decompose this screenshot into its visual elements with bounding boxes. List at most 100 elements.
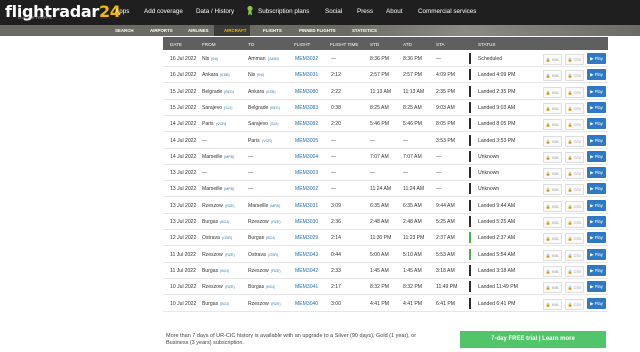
col-status[interactable]: STATUS <box>478 42 495 47</box>
table-row[interactable] <box>163 132 608 149</box>
cell-flight[interactable]: MEM3002 <box>295 186 318 192</box>
cell-flight[interactable]: MEM3032 <box>295 56 318 62</box>
nav-apps[interactable]: Apps <box>115 8 129 15</box>
kml-download-button[interactable]: 🔒 KML <box>543 265 562 277</box>
kml-download-button[interactable]: 🔒 KML <box>543 298 562 310</box>
csv-label: CSV <box>573 221 582 225</box>
kml-download-button[interactable]: 🔒 KML <box>543 102 562 114</box>
kml-download-button[interactable]: 🔒 KML <box>543 200 562 212</box>
play-button[interactable]: ▶ Play <box>587 150 606 162</box>
play-button[interactable]: ▶ Play <box>587 297 606 309</box>
cell-flight[interactable]: MEM3083 <box>295 105 318 111</box>
kml-download-button[interactable]: 🔒 KML <box>543 86 562 98</box>
kml-download-button[interactable]: 🔒 KML <box>543 168 562 180</box>
cell-flight[interactable]: MEM3082 <box>295 121 318 127</box>
cell-flight[interactable]: MEM3080 <box>295 89 318 95</box>
table-row[interactable] <box>163 165 608 182</box>
play-button[interactable]: ▶ Play <box>587 264 606 276</box>
kml-download-button[interactable]: 🔒 KML <box>543 233 562 245</box>
nav-about[interactable]: About <box>386 8 402 15</box>
subnav-search[interactable]: SEARCH <box>115 28 134 33</box>
kml-download-button[interactable]: 🔒 KML <box>543 119 562 131</box>
subnav-pinned-flights[interactable]: PINNED FLIGHTS <box>299 28 336 33</box>
play-label: Play <box>594 121 603 127</box>
col-from[interactable]: FROM <box>202 42 216 47</box>
kml-download-button[interactable]: 🔒 KML <box>543 54 562 65</box>
kml-download-button[interactable]: 🔒 KML <box>543 70 562 82</box>
csv-download-button[interactable]: 🔒 CSV <box>565 184 584 196</box>
csv-download-button[interactable]: 🔒 CSV <box>565 298 584 310</box>
csv-download-button[interactable]: 🔒 CSV <box>565 54 584 65</box>
col-date[interactable]: DATE <box>170 42 182 47</box>
free-trial-button[interactable]: 7-day FREE trial | Learn more <box>460 331 606 348</box>
cell-flight[interactable]: MEM3042 <box>295 268 318 274</box>
play-button[interactable]: ▶ Play <box>587 183 606 195</box>
cell-flight-time: 2:17 <box>331 284 341 291</box>
cell-flight[interactable]: MEM3003 <box>295 170 318 176</box>
play-button[interactable]: ▶ Play <box>587 53 606 64</box>
subnav-airports[interactable]: AIRPORTS <box>150 28 173 33</box>
csv-download-button[interactable]: 🔒 CSV <box>565 265 584 277</box>
csv-download-button[interactable]: 🔒 CSV <box>565 249 584 261</box>
top-nav: flightradar24 LIVE AIR TRAFFIC Apps Add … <box>0 0 640 25</box>
kml-download-button[interactable]: 🔒 KML <box>543 184 562 196</box>
play-button[interactable]: ▶ Play <box>587 216 606 227</box>
csv-download-button[interactable]: 🔒 CSV <box>565 233 584 245</box>
play-button[interactable]: ▶ Play <box>587 118 606 130</box>
nav-commercial-services[interactable]: Commercial services <box>418 8 476 15</box>
cell-flight[interactable]: MEM3005 <box>295 138 318 144</box>
csv-download-button[interactable]: 🔒 CSV <box>565 119 584 131</box>
cell-flight[interactable]: MEM3004 <box>295 154 318 160</box>
cell-flight[interactable]: MEM3041 <box>295 284 318 290</box>
play-button[interactable]: ▶ Play <box>587 69 606 81</box>
cell-flight[interactable]: MEM3031 <box>295 203 318 209</box>
kml-download-button[interactable]: 🔒 KML <box>543 151 562 163</box>
kml-download-button[interactable]: 🔒 KML <box>543 135 562 147</box>
kml-download-button[interactable]: 🔒 KML <box>543 217 562 228</box>
play-label: Play <box>594 284 603 290</box>
to-code: (AMM) <box>268 57 279 61</box>
csv-download-button[interactable]: 🔒 CSV <box>565 102 584 114</box>
csv-download-button[interactable]: 🔒 CSV <box>565 168 584 180</box>
csv-download-button[interactable]: 🔒 CSV <box>565 217 584 228</box>
cell-status: Unknown <box>478 186 500 193</box>
col-sta[interactable]: STA <box>436 42 445 47</box>
subnav-flights[interactable]: FLIGHTS <box>263 28 282 33</box>
play-button[interactable]: ▶ Play <box>587 134 606 146</box>
subnav-statistics[interactable]: STATISTICS <box>352 28 377 33</box>
col-flight-time[interactable]: FLIGHT TIME <box>330 42 358 47</box>
cell-from: Rzeszow <box>202 284 223 291</box>
cell-flight[interactable]: MEM3029 <box>295 235 318 241</box>
csv-download-button[interactable]: 🔒 CSV <box>565 200 584 212</box>
csv-download-button[interactable]: 🔒 CSV <box>565 151 584 163</box>
cell-flight[interactable]: MEM3043 <box>295 252 318 258</box>
cell-flight[interactable]: MEM3030 <box>295 219 318 225</box>
play-button[interactable]: ▶ Play <box>587 232 606 244</box>
play-button[interactable]: ▶ Play <box>587 85 606 97</box>
col-atd[interactable]: ATD <box>403 42 412 47</box>
cell-flight[interactable]: MEM3031 <box>295 72 318 78</box>
nav-press[interactable]: Press <box>357 8 373 15</box>
subnav-airlines[interactable]: AIRLINES <box>188 28 209 33</box>
csv-download-button[interactable]: 🔒 CSV <box>565 282 584 294</box>
csv-download-button[interactable]: 🔒 CSV <box>565 70 584 82</box>
subnav-aircraft[interactable]: AIRCRAFT <box>224 28 246 33</box>
play-button[interactable]: ▶ Play <box>587 167 606 179</box>
play-button[interactable]: ▶ Play <box>587 199 606 211</box>
play-button[interactable]: ▶ Play <box>587 101 606 113</box>
nav-subscription-plans[interactable]: Subscription plans <box>258 8 309 15</box>
col-std[interactable]: STD <box>370 42 379 47</box>
kml-download-button[interactable]: 🔒 KML <box>543 249 562 261</box>
col-to[interactable]: TO <box>248 42 254 47</box>
nav-add-coverage[interactable]: Add coverage <box>144 8 183 15</box>
csv-download-button[interactable]: 🔒 CSV <box>565 86 584 98</box>
play-button[interactable]: ▶ Play <box>587 248 606 260</box>
nav-social[interactable]: Social <box>325 8 342 15</box>
csv-download-button[interactable]: 🔒 CSV <box>565 135 584 147</box>
col-flight[interactable]: FLIGHT <box>294 42 310 47</box>
cell-flight[interactable]: MEM3040 <box>295 301 318 307</box>
kml-label: KML <box>551 106 560 111</box>
nav-data-history[interactable]: Data / History <box>196 8 234 15</box>
kml-download-button[interactable]: 🔒 KML <box>543 282 562 294</box>
play-button[interactable]: ▶ Play <box>587 281 606 293</box>
